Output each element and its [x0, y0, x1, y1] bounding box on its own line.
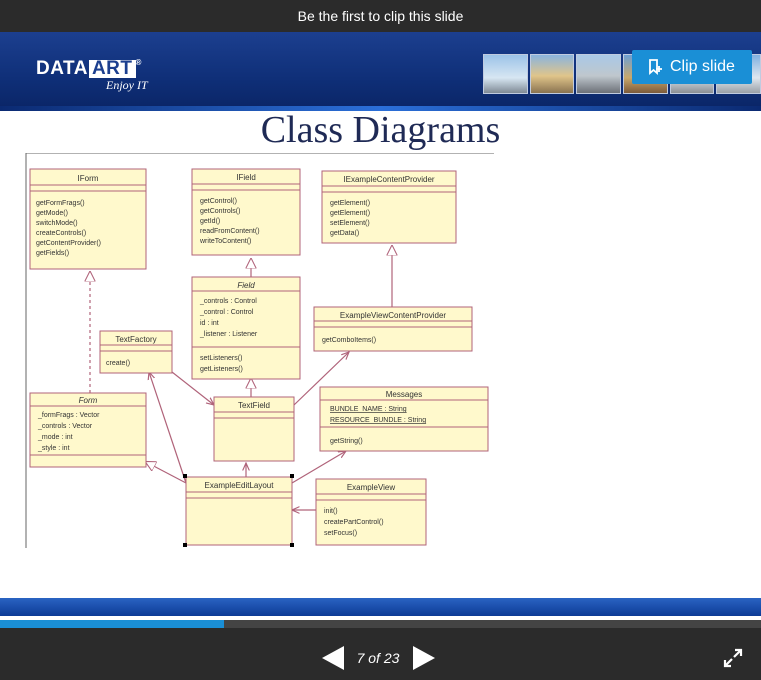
class-iform: IForm getFormFrags() getMode() switchMod… [29, 168, 147, 270]
class-messages: Messages BUNDLE_NAME : String RESOURCE_B… [319, 386, 489, 452]
clip-icon [649, 59, 662, 75]
class-name: TextField [238, 401, 270, 410]
class-name: ExampleEditLayout [205, 481, 275, 490]
class-form: Form _formFrags : Vector _controls : Vec… [29, 392, 147, 468]
method: writeToContent() [199, 238, 251, 245]
clip-prompt-text: Be the first to clip this slide [297, 8, 464, 24]
attribute: _mode : int [37, 434, 73, 441]
class-name: Field [237, 281, 255, 290]
banner-photo [576, 54, 622, 94]
attribute: _controls : Control [199, 298, 257, 305]
slide-banner: DATA ART ® Enjoy IT Clip slide [0, 32, 761, 110]
method: getFields() [36, 250, 69, 257]
logo-tagline: Enjoy IT [106, 78, 148, 92]
class-iexample-content-provider: IExampleContentProvider getElement() get… [321, 170, 457, 244]
method: create() [106, 360, 130, 367]
class-example-edit-layout: ExampleEditLayout [183, 474, 294, 547]
class-text-field: TextField [213, 396, 295, 462]
slide-canvas: DATA ART ® Enjoy IT Clip slide Class Diagr… [0, 32, 761, 620]
slide-title: Class Diagrams [260, 109, 501, 151]
method: getElement() [330, 210, 370, 217]
slide-progress-fill [0, 620, 225, 628]
attribute: _control : Control [199, 309, 254, 316]
attribute: id : int [200, 320, 219, 327]
attribute: _controls : Vector [37, 423, 93, 430]
method: setElement() [330, 220, 370, 227]
method: getContentProvider() [36, 240, 101, 247]
clip-prompt-bar: Be the first to clip this slide [0, 0, 761, 32]
class-name: ExampleView [347, 483, 396, 492]
class-name: TextFactory [115, 335, 156, 344]
clip-slide-label: Clip slide [670, 58, 735, 75]
clip-slide-button[interactable]: Clip slide [632, 50, 752, 84]
method: setFocus() [324, 530, 357, 537]
method: getData() [330, 230, 359, 237]
method: createControls() [36, 230, 86, 237]
class-example-view-content-provider: ExampleViewContentProvider getComboItems… [313, 306, 473, 352]
slide-counter-separator: of [368, 650, 380, 666]
method: getMode() [36, 210, 68, 217]
player-controls: 7 of 23 [0, 628, 761, 680]
method: switchMode() [36, 220, 78, 227]
slide-counter: 7 of 23 [340, 650, 416, 666]
attribute: _style : int [37, 445, 70, 452]
method: createPartControl() [324, 519, 384, 526]
method: setListeners() [200, 355, 242, 362]
next-slide-button[interactable] [413, 646, 435, 670]
method: getListeners() [200, 366, 243, 373]
total-slides: 23 [383, 650, 400, 666]
slide-footer-bar [0, 598, 761, 616]
class-name: Form [79, 396, 98, 405]
attribute: _listener : Listener [199, 331, 258, 338]
attribute: BUNDLE_NAME : String [330, 406, 407, 413]
class-name: ExampleViewContentProvider [340, 311, 446, 320]
method: init() [324, 508, 338, 515]
logo-reg-mark: ® [135, 58, 142, 67]
method: getElement() [330, 200, 370, 207]
class-text-factory: TextFactory create() [99, 330, 173, 374]
banner-photo [529, 54, 575, 94]
assoc-layout-messages [291, 451, 346, 484]
method: readFromContent() [200, 228, 260, 235]
current-slide-number: 7 [356, 650, 365, 666]
method: getId() [200, 218, 220, 225]
uml-class-diagram: IForm getFormFrags() getMode() switchMod… [25, 153, 494, 548]
method: getString() [330, 438, 363, 445]
logo-text-art: ART [88, 59, 136, 78]
slide-progress-bar [0, 620, 761, 628]
attribute: _formFrags : Vector [37, 412, 100, 419]
banner-photo [483, 54, 528, 94]
attribute: RESOURCE_BUNDLE : String [330, 417, 426, 424]
fullscreen-icon[interactable] [723, 648, 743, 668]
logo-text-data: DATA [36, 58, 88, 79]
class-name: IExampleContentProvider [343, 175, 434, 184]
class-name: IField [236, 173, 256, 182]
class-ifield: IField getControl() getControls() getId(… [191, 168, 301, 256]
method: getControl() [200, 198, 237, 205]
dataart-logo: DATA ART ® [36, 58, 142, 80]
method: getControls() [200, 208, 240, 215]
class-example-view: ExampleView init() createPartControl() s… [315, 478, 427, 546]
method: getComboItems() [322, 337, 376, 344]
class-field: Field _controls : Control _control : Con… [191, 276, 301, 380]
class-name: IForm [78, 174, 99, 183]
class-name: Messages [386, 390, 422, 399]
method: getFormFrags() [36, 200, 85, 207]
